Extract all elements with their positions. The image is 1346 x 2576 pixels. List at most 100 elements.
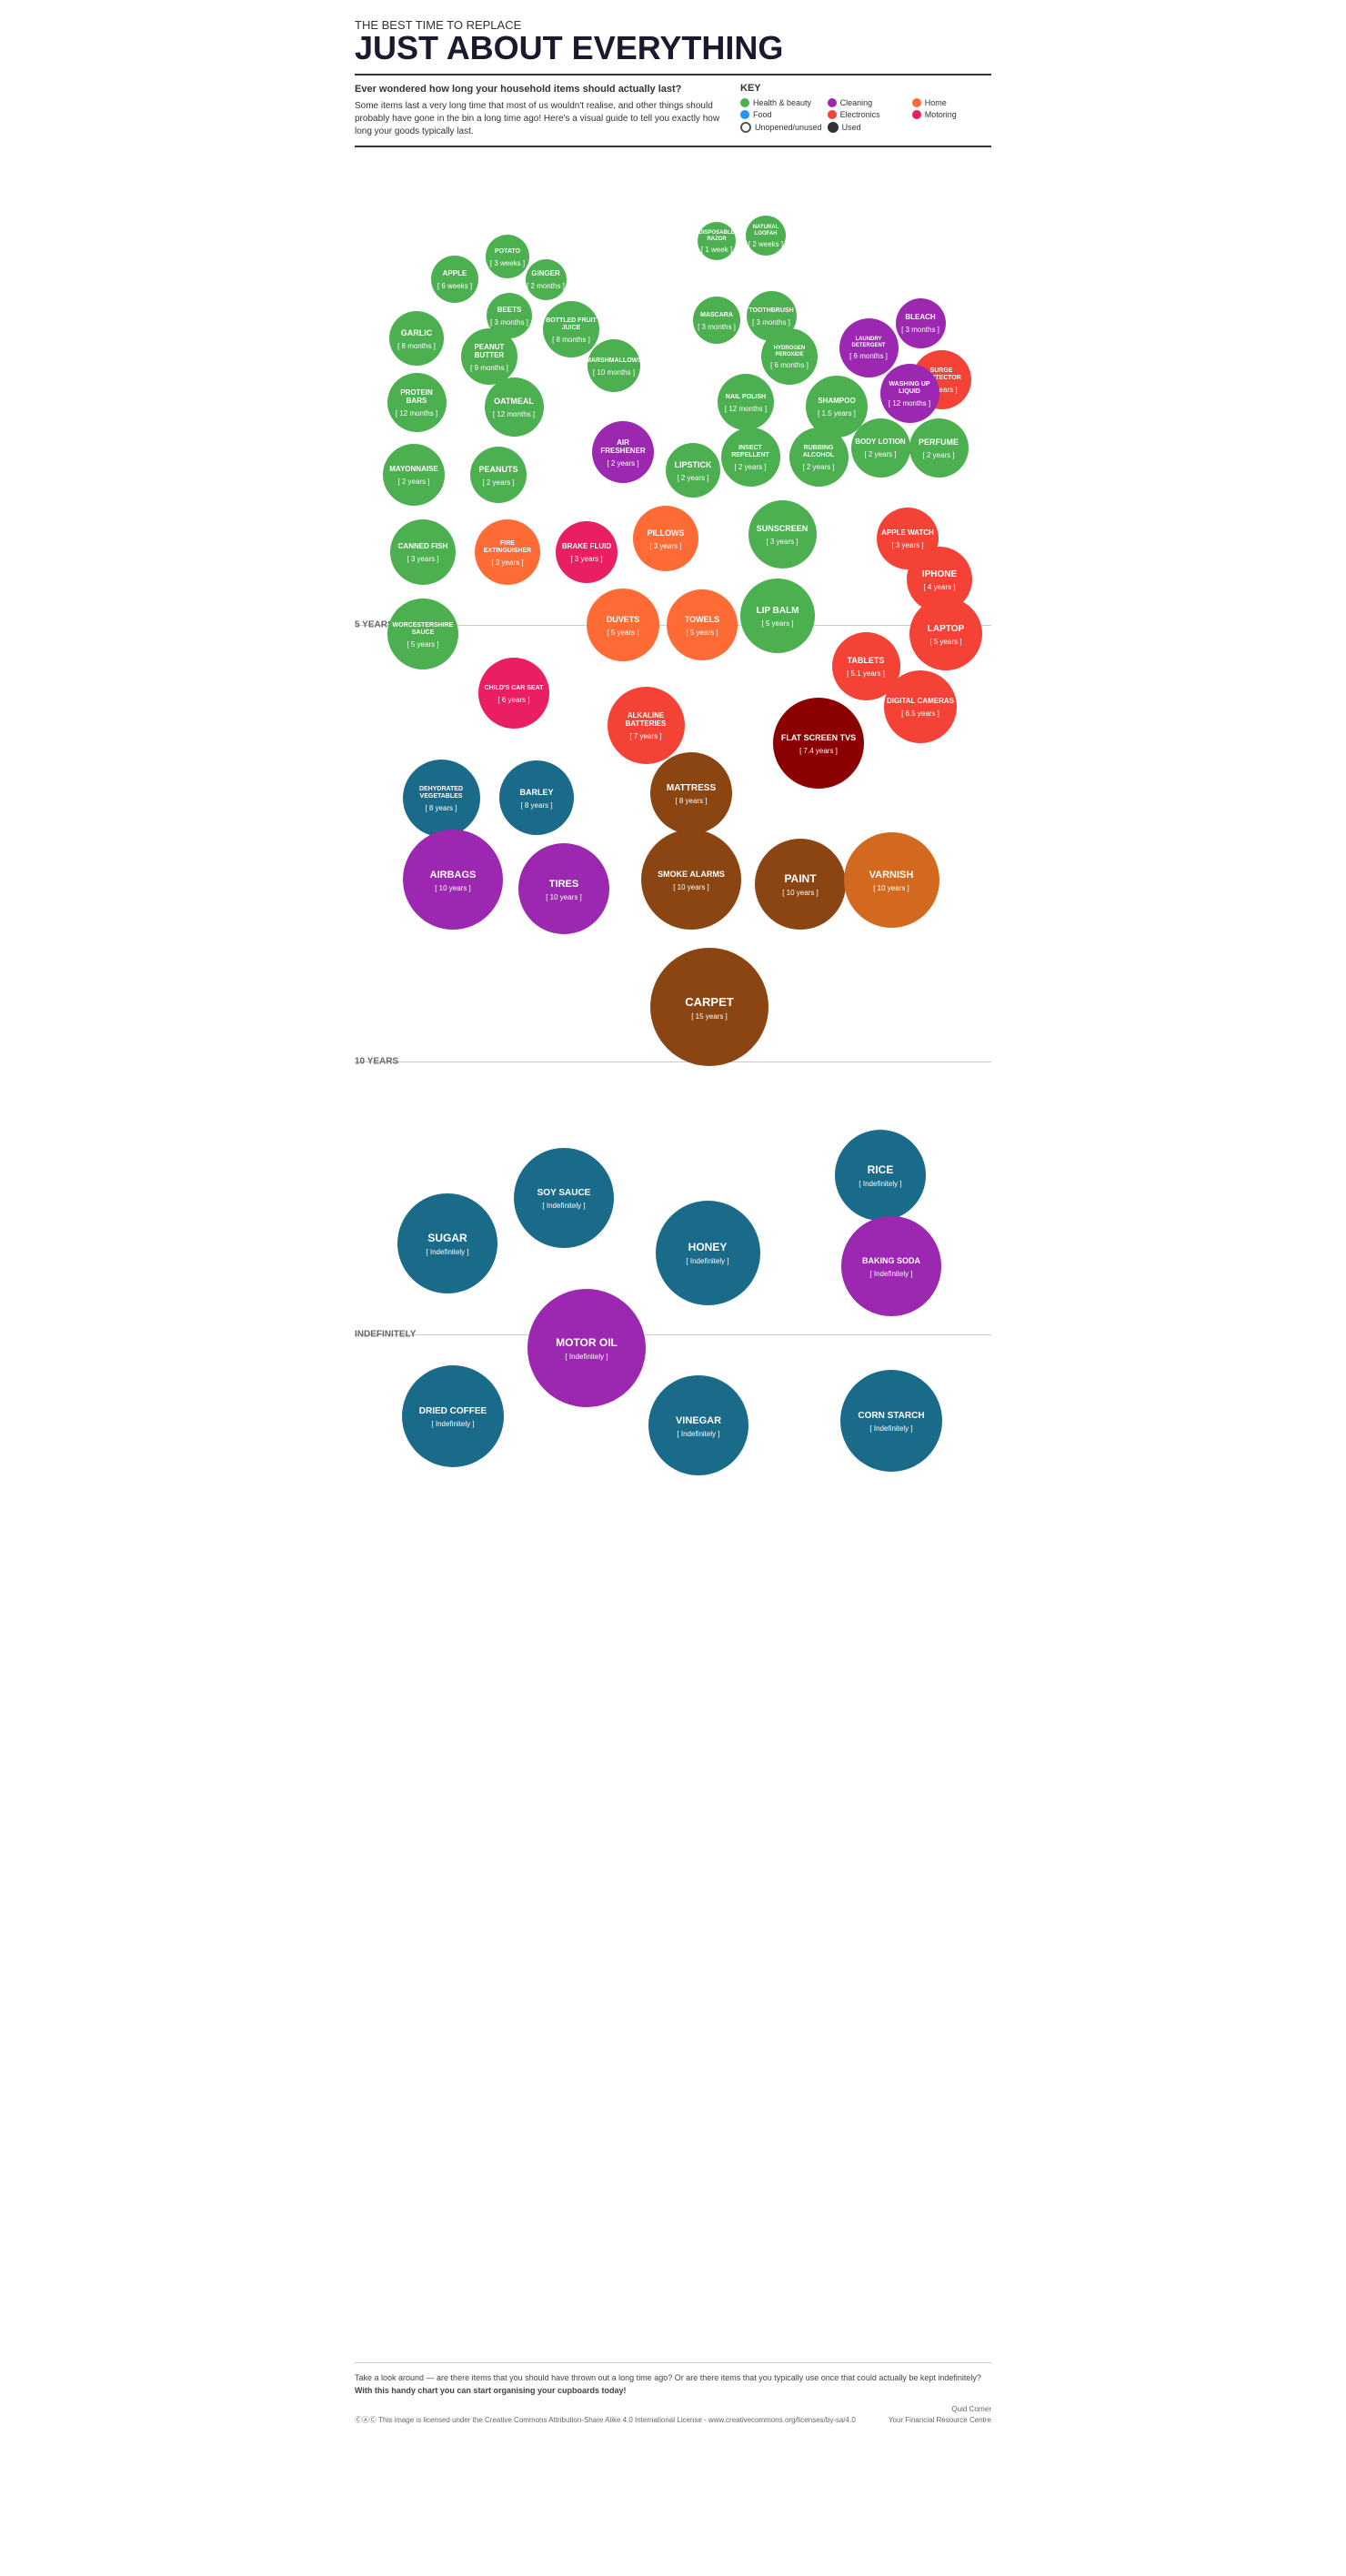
bubble-garlic: GARLIC[ 8 months ]	[389, 311, 444, 366]
bubble-potato: POTATO[ 3 weeks ]	[486, 235, 529, 278]
bubble-honey: HONEY[ Indefinitely ]	[656, 1201, 760, 1305]
bubble-label: LIPSTICK	[671, 459, 714, 472]
bubble-label: CORN STARCH	[855, 1409, 927, 1423]
bubble-label: VARNISH	[867, 868, 917, 882]
bubble-sugar: SUGAR[ Indefinitely ]	[397, 1193, 497, 1293]
intro-question: Ever wondered how long your household it…	[355, 83, 731, 96]
bubble-label: PEANUTS	[476, 464, 520, 477]
bubble-time: [ 3 weeks ]	[490, 259, 525, 267]
bubble-time: [ 5.1 years ]	[847, 669, 885, 678]
bubble-label: GINGER	[528, 268, 563, 280]
bubble-time: [ 3 years ]	[891, 541, 923, 549]
bubble-time: [ 7 years ]	[629, 732, 661, 740]
page: THE BEST TIME TO REPLACE JUST ABOUT EVER…	[336, 0, 1010, 2444]
bubble-label: VINEGAR	[673, 1414, 724, 1428]
bubble-time: [ 3 years ]	[407, 555, 438, 563]
bubble-label: RUBBING ALCOHOL	[789, 443, 849, 460]
key-home: Home	[912, 98, 991, 107]
bubble-label: WORCESTERSHIRE SAUCE	[387, 620, 458, 638]
bubble-label: BRAKE FLUID	[559, 541, 614, 553]
bubble-time: [ Indefinitely ]	[542, 1202, 585, 1210]
bubble-pillows: PILLOWS[ 3 years ]	[633, 506, 698, 571]
bubble-smoke-alarms: SMOKE ALARMS [ 10 years ]	[641, 830, 741, 930]
bubble-time: [ 12 months ]	[396, 409, 437, 418]
bubble-time: [ 3 years ]	[570, 555, 602, 563]
bubble-label: HYDROGEN PEROXIDE	[761, 344, 818, 359]
bubble-lipstick: LIPSTICK [ 2 years ]	[666, 443, 720, 498]
bubble-ginger: GINGER[ 2 months ]	[526, 259, 567, 300]
bubble-time: [ 10 years ]	[546, 893, 582, 901]
bubble-label: AIR FRESHENER	[592, 438, 654, 458]
bubble-time: [ 1.5 years ]	[818, 409, 856, 418]
bubble-soy-sauce: SOY SAUCE[ Indefinitely ]	[514, 1148, 614, 1248]
bubble-time: [ Indefinitely ]	[431, 1420, 474, 1428]
bubble-mayonnaise: MAYONNAISE[ 2 years ]	[383, 444, 445, 506]
bubble-laundry-detergent: LAUNDRY DETERGENT[ 6 months ]	[839, 318, 899, 377]
bubble-bottled-fruit-juice: BOTTLED FRUIT JUICE[ 8 months ]	[543, 301, 599, 357]
bubble-time: [ 5 years ]	[607, 629, 638, 637]
page-title: JUST ABOUT EVERYTHING	[355, 32, 991, 65]
bubble-label: BOTTLED FRUIT JUICE	[543, 316, 599, 333]
bubble-childs-car-seat: CHILD'S CAR SEAT[ 6 years ]	[478, 658, 549, 729]
bubble-label: OATMEAL	[491, 396, 537, 408]
health-beauty-dot	[740, 98, 749, 107]
key-used: Used	[828, 122, 907, 133]
bubble-duvets: DUVETS[ 5 years ]	[587, 589, 659, 661]
bubble-label: APPLE WATCH	[879, 528, 937, 539]
bubble-time: [ 8 years ]	[425, 804, 457, 812]
bubble-time: [ 3 months ]	[901, 326, 939, 334]
bubble-oatmeal: OATMEAL [ 12 months ]	[485, 377, 544, 437]
bubble-label: MAYONNAISE	[387, 464, 441, 476]
bubble-label: BARLEY	[517, 787, 556, 800]
key-food: Food	[740, 110, 822, 119]
bubble-time: [ Indefinitely ]	[686, 1257, 728, 1265]
bubble-disposable-razor: DISPOSABLE RAZOR[ 1 week ]	[698, 222, 736, 260]
bubble-marshmallows: MARSHMALLOWS[ 10 months ]	[588, 339, 640, 392]
bubble-label: NAIL POLISH	[723, 392, 768, 403]
bubble-time: [ 9 months ]	[470, 364, 508, 372]
bubble-time: [ 5 years ]	[407, 640, 438, 649]
bubble-bleach: BLEACH[ 3 months ]	[896, 298, 946, 348]
bubble-time: [ 3 months ]	[752, 318, 790, 327]
bubble-label: SHAMPOO	[815, 396, 858, 408]
bubble-time: [ 12 months ]	[493, 410, 535, 418]
bubble-barley: BARLEY[ 8 years ]	[499, 760, 574, 835]
key-electronics: Electronics	[828, 110, 907, 119]
bubble-time: [ 7.4 years ]	[799, 747, 838, 755]
bubble-label: MASCARA	[698, 310, 736, 321]
bubble-time: [ 12 months ]	[725, 405, 767, 413]
bubble-label: CANNED FISH	[396, 541, 451, 553]
bubble-time: [ 3 months ]	[698, 323, 736, 331]
bubble-protein-bars: PROTEIN BARS[ 12 months ]	[387, 373, 447, 432]
bubble-label: WASHING UP LIQUID	[880, 379, 939, 397]
bubble-time: [ Indefinitely ]	[869, 1424, 912, 1433]
bubble-label: SMOKE ALARMS	[655, 869, 728, 881]
bubble-label: AIRBAGS	[427, 868, 479, 882]
bubble-label: DEHYDRATED VEGETABLES	[403, 784, 480, 801]
bubble-time: [ 1 week ]	[701, 246, 732, 254]
bubble-label: MOTOR OIL	[553, 1335, 620, 1351]
bubble-tires: TIRES[ 10 years ]	[518, 843, 609, 934]
bubble-time: [ Indefinitely ]	[859, 1180, 901, 1188]
bubble-time: [ 10 years ]	[673, 883, 709, 891]
bubble-time: [ 2 years ]	[677, 474, 708, 482]
bubble-time: [ 10 years ]	[873, 884, 909, 892]
bubble-perfume: PERFUME[ 2 years ]	[909, 418, 969, 478]
key-section: KEY Health & beauty Cleaning Home Food	[740, 83, 991, 138]
bubble-time: [ 6 weeks ]	[437, 282, 472, 290]
bubble-time: [ Indefinitely ]	[565, 1353, 608, 1361]
bubble-time: [ 15 years ]	[691, 1012, 728, 1021]
bubble-label: TOOTHBRUSH	[746, 306, 796, 317]
key-grid: Health & beauty Cleaning Home Food Elect…	[740, 98, 991, 133]
footer-logo-row: ⒸⒶⒸ This image is licensed under the Cre…	[355, 2404, 991, 2426]
bubble-time: [ 5 years ]	[761, 619, 793, 628]
bubble-dehydrated-vegetables: DEHYDRATED VEGETABLES [ 8 years ]	[403, 760, 480, 837]
bubble-time: [ 6 months ]	[770, 361, 809, 369]
bubble-varnish: VARNISH [ 10 years ]	[844, 832, 939, 928]
bubble-corn-starch: CORN STARCH[ Indefinitely ]	[840, 1370, 942, 1472]
bubble-rice: RICE[ Indefinitely ]	[835, 1130, 926, 1221]
bubble-alkaline-batteries: ALKALINE BATTERIES[ 7 years ]	[608, 687, 685, 764]
bubble-natural-loofah: NATURAL LOOFAH[ 2 weeks ]	[746, 216, 786, 256]
bubble-time: [ 3 months ]	[490, 318, 528, 327]
bubble-time: [ 3 years ]	[491, 558, 523, 567]
